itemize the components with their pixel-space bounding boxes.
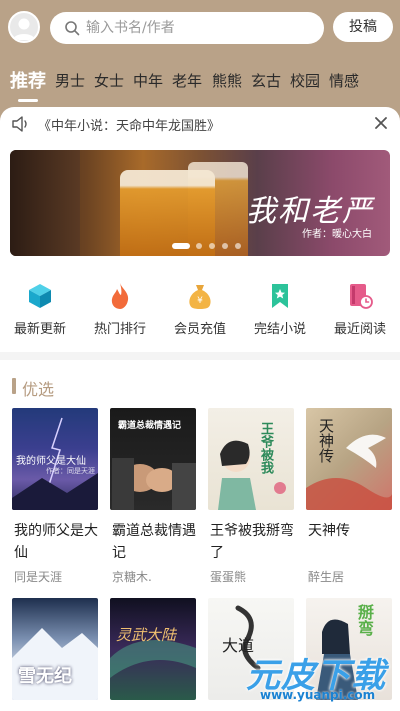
cover-title: 灵武大陆: [116, 626, 177, 644]
book-clock-icon: [350, 284, 373, 309]
search-bar[interactable]: [50, 12, 324, 44]
shortcut-latest-updates[interactable]: 最新更新: [0, 282, 80, 337]
section-title: 优选: [22, 380, 55, 399]
book-title[interactable]: 霸道总裁情遇记: [112, 520, 202, 564]
character-art: [218, 440, 286, 510]
search-icon: [65, 21, 80, 36]
book-cover[interactable]: 天神传: [306, 408, 392, 510]
book-author: 同是天涯: [14, 570, 63, 584]
banner-image-hand: [10, 150, 80, 256]
book-title[interactable]: 我的师父是大仙: [14, 520, 104, 564]
book-cover[interactable]: 王爷被我: [208, 408, 294, 510]
tab-men[interactable]: 男士: [55, 70, 85, 91]
tab-bears[interactable]: 熊熊: [212, 70, 242, 91]
speaker-icon: [12, 116, 27, 132]
shortcut-membership[interactable]: ¥ 会员充值: [160, 282, 240, 337]
money-bag-icon: ¥: [189, 285, 211, 309]
book-author: 京糖木.: [112, 570, 152, 584]
tab-middle-age[interactable]: 中年: [133, 70, 163, 91]
notice-text[interactable]: 《中年小说：天命中年龙国胜》: [38, 115, 220, 134]
tab-elderly[interactable]: 老年: [172, 70, 202, 91]
cover-title: 天神传: [317, 418, 335, 463]
shortcut-menu: 最新更新 热门排行 ¥ 会员充值 完结小说 最近阅读: [0, 282, 400, 342]
book-cover[interactable]: 霸道总裁情遇记: [110, 408, 196, 510]
promo-banner[interactable]: 我和老严 作者：暖心大白: [10, 150, 390, 256]
carousel-dot[interactable]: [209, 243, 215, 249]
cover-author: 作者：同是天涯: [46, 467, 95, 475]
banner-author: 作者：暖心大白: [302, 229, 372, 240]
shortcut-label: 会员充值: [173, 322, 226, 337]
carousel-dot[interactable]: [235, 243, 241, 249]
svg-text:¥: ¥: [197, 296, 203, 306]
watermark-logo: 元皮下载 www.yuanpi.com: [246, 648, 396, 708]
shortcut-completed[interactable]: 完结小说: [240, 282, 320, 337]
section-divider: [0, 352, 400, 360]
header: 投稿: [0, 0, 400, 56]
shortcut-label: 最近阅读: [333, 322, 386, 337]
shortcut-label: 完结小说: [253, 322, 306, 337]
carousel-dot[interactable]: [172, 243, 190, 249]
tab-women[interactable]: 女士: [94, 70, 124, 91]
cover-title: 雪无纪: [18, 666, 72, 687]
submit-manuscript-button[interactable]: 投稿: [333, 12, 393, 42]
banner-title: 我和老严: [246, 194, 374, 229]
box-icon: [29, 284, 51, 308]
avatar[interactable]: [8, 11, 40, 43]
cover-title: 霸道总裁情遇记: [118, 421, 182, 431]
fire-icon: [111, 283, 129, 309]
book-author: 醉生居: [308, 570, 345, 584]
watermark-url: www.yuanpi.com: [260, 688, 376, 702]
close-icon[interactable]: [374, 116, 388, 130]
carousel-dot[interactable]: [196, 243, 202, 249]
tab-campus[interactable]: 校园: [290, 70, 320, 91]
section-marker: [12, 378, 16, 394]
book-title[interactable]: 天神传: [308, 520, 398, 542]
shortcut-recent-reading[interactable]: 最近阅读: [320, 282, 400, 337]
book-title[interactable]: 王爷被我掰弯了: [210, 520, 300, 564]
category-tabs: 推荐 男士 女士 中年 老年 熊熊 玄古 校园 情感: [0, 62, 400, 102]
bookmark-icon: [272, 284, 288, 308]
search-input[interactable]: [86, 18, 306, 38]
book-author: 蛋蛋熊: [210, 570, 247, 584]
tab-emotion[interactable]: 情感: [329, 70, 359, 91]
cover-title: 掰弯: [355, 604, 374, 636]
shortcut-label: 热门排行: [93, 322, 146, 337]
carousel-dot[interactable]: [222, 243, 228, 249]
book-cover[interactable]: 灵武大陆: [110, 598, 196, 700]
tab-recommend[interactable]: 推荐: [10, 67, 46, 93]
user-avatar-icon: [13, 18, 35, 40]
cover-title: 王爷被我: [258, 422, 273, 474]
cover-title: 我的师父是大仙: [16, 456, 86, 467]
active-tab-indicator: [18, 99, 38, 102]
shortcut-hot-ranking[interactable]: 热门排行: [80, 282, 160, 337]
tab-mystic[interactable]: 玄古: [251, 70, 281, 91]
book-cover[interactable]: 雪无纪: [12, 598, 98, 700]
book-cover[interactable]: 我的师父是大仙 作者：同是天涯: [12, 408, 98, 510]
aurora-art: [110, 640, 196, 678]
shortcut-label: 最新更新: [13, 322, 66, 337]
notice-bar[interactable]: 《中年小说：天命中年龙国胜》: [0, 108, 400, 140]
